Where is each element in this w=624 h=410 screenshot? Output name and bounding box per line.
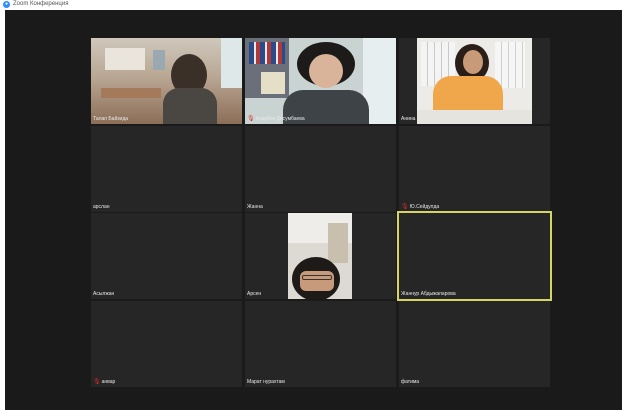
participant-name: 🎙 Анарбек Досумбаева xyxy=(247,116,305,122)
participant-name: Анина xyxy=(401,116,416,122)
participant-tile[interactable]: 🎙 Ю.Сейдулда xyxy=(399,126,550,212)
participant-tile[interactable]: 🎙 Анарбек Досумбаева xyxy=(245,38,396,124)
participant-tile[interactable]: Анина xyxy=(399,38,550,124)
participant-tile[interactable]: Талап Байзида xyxy=(91,38,242,124)
participant-video xyxy=(245,38,396,124)
participant-name: 🎙 Ю.Сейдулда xyxy=(401,204,440,210)
zoom-logo-icon: ● xyxy=(3,1,10,8)
participant-tile[interactable]: фатима xyxy=(399,301,550,387)
participant-name: Талап Байзида xyxy=(93,116,129,122)
participant-video xyxy=(288,213,352,299)
mic-off-icon: 🎙 xyxy=(401,204,409,210)
mic-off-icon: 🎙 xyxy=(247,116,255,122)
participant-name: Жаннур Абдыжапарова xyxy=(401,291,456,297)
active-speaker-tile[interactable]: Жаннур Абдыжапарова xyxy=(397,211,552,301)
participant-tile[interactable]: Жанна xyxy=(245,126,396,212)
participant-video xyxy=(417,38,532,124)
mic-off-icon: 🎙 xyxy=(93,379,101,385)
participant-tile[interactable]: 🎙 анвар xyxy=(91,301,242,387)
participant-name: Асылжан xyxy=(93,291,115,297)
participant-name: Арсен xyxy=(247,291,262,297)
participant-name: Марат нурахтам xyxy=(247,379,285,385)
participant-tile[interactable]: Марат нурахтам xyxy=(245,301,396,387)
participant-tile[interactable]: арслан xyxy=(91,126,242,212)
video-gallery: Талап Байзида 🎙 Анарбек Досумбаева Анина … xyxy=(5,10,622,410)
participant-name: арслан xyxy=(93,204,110,210)
participant-tile[interactable]: Арсен xyxy=(245,213,396,299)
participant-name: Жанна xyxy=(247,204,263,210)
participant-name: фатима xyxy=(401,379,420,385)
window-title: Zoom Конференция xyxy=(13,1,69,7)
window-title-bar: ● Zoom Конференция xyxy=(0,0,624,10)
participant-tile[interactable]: Асылжан xyxy=(91,213,242,299)
participant-name: 🎙 анвар xyxy=(93,379,116,385)
participant-video xyxy=(91,38,242,124)
